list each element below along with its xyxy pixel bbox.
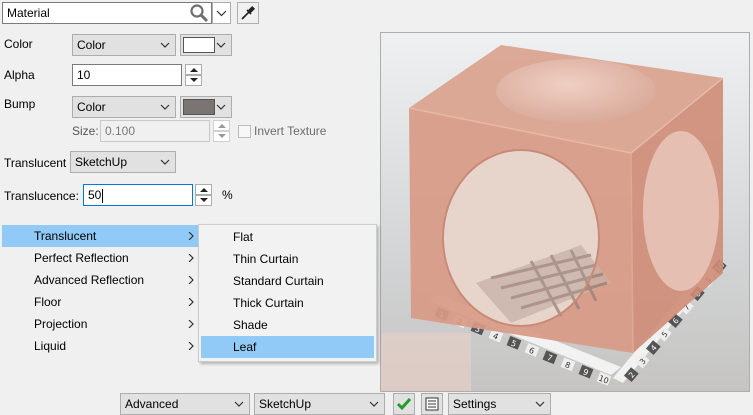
chevron-right-icon [188, 254, 194, 262]
alpha-decrement-button[interactable] [185, 75, 202, 86]
text-cursor [102, 188, 104, 203]
apply-button[interactable] [393, 393, 415, 415]
alpha-spinner[interactable] [185, 64, 202, 86]
submenu-item-leaf[interactable]: Leaf [201, 336, 374, 358]
submenu-item-thick-curtain[interactable]: Thick Curtain [201, 292, 374, 314]
material-dropdown-button[interactable] [212, 2, 231, 24]
menu-item-floor[interactable]: Floor [2, 291, 198, 313]
eyedropper-button[interactable] [237, 2, 259, 24]
translucent-value: SketchUp [75, 155, 128, 169]
size-spinner[interactable] [213, 120, 230, 142]
translucent-label: Translucent [4, 156, 67, 170]
submenu-item-standard-curtain[interactable]: Standard Curtain [201, 270, 374, 292]
chevron-down-icon [216, 42, 226, 48]
bump-swatch [183, 99, 215, 115]
chevron-right-icon [188, 232, 194, 240]
alpha-increment-button[interactable] [185, 64, 202, 75]
menu-item-perfect-reflection[interactable]: Perfect Reflection [2, 247, 198, 269]
renderer-value: SketchUp [259, 397, 312, 411]
preview-render: 12345678910 2345678910 [381, 33, 749, 391]
translucence-unit: % [222, 188, 233, 202]
checkmark-icon [396, 398, 412, 411]
translucence-spinner[interactable] [195, 184, 212, 206]
submenu-item-thin-curtain[interactable]: Thin Curtain [201, 248, 374, 270]
eyedropper-icon [241, 5, 256, 20]
chevron-down-icon [160, 159, 170, 165]
material-name-field[interactable]: Material [2, 2, 212, 24]
cube-top-opening [496, 59, 656, 123]
bump-mode-value: Color [77, 100, 106, 114]
chevron-down-icon [216, 104, 226, 110]
menu-item-translucent[interactable]: Translucent [2, 225, 198, 247]
translucent-select[interactable]: SketchUp [70, 151, 176, 173]
translucence-decrement-button[interactable] [195, 195, 212, 206]
alpha-input[interactable]: 10 [72, 64, 182, 86]
translucence-increment-button[interactable] [195, 184, 212, 195]
chevron-right-icon [188, 320, 194, 328]
chevron-down-icon [369, 401, 379, 407]
color-label: Color [4, 37, 33, 51]
translucence-label: Translucence: [4, 189, 79, 203]
document-icon [425, 397, 439, 411]
chevron-down-icon [216, 10, 227, 17]
invert-texture-label: Invert Texture [254, 124, 327, 138]
size-value: 0.100 [105, 124, 136, 138]
translucence-value: 50 [88, 188, 102, 202]
menu-item-liquid[interactable]: Liquid [2, 335, 198, 357]
invert-texture-checkbox[interactable] [238, 125, 251, 138]
alpha-value: 10 [77, 68, 91, 82]
material-preview[interactable]: 12345678910 2345678910 [380, 32, 750, 392]
size-increment-button[interactable] [213, 120, 230, 131]
menu-item-projection[interactable]: Projection [2, 313, 198, 335]
cube-right-opening [643, 131, 719, 291]
translucence-input[interactable]: 50 [83, 184, 193, 206]
chevron-down-icon [234, 401, 244, 407]
settings-value: Settings [453, 397, 497, 411]
chevron-right-icon [188, 276, 194, 284]
color-mode-select[interactable]: Color [72, 34, 176, 56]
mode-select[interactable]: Advanced [120, 393, 250, 415]
chevron-down-icon [160, 104, 170, 110]
chevron-right-icon [188, 298, 194, 306]
search-icon[interactable] [188, 3, 210, 23]
notes-button[interactable] [421, 393, 443, 415]
alpha-label: Alpha [4, 68, 35, 82]
size-label: Size: [72, 124, 99, 138]
translucent-submenu: Flat Thin Curtain Standard Curtain Thick… [198, 224, 377, 362]
chevron-down-icon [160, 42, 170, 48]
mode-value: Advanced [125, 397, 179, 411]
chevron-right-icon [188, 342, 194, 350]
settings-select[interactable]: Settings [448, 393, 551, 415]
material-name-value: Material [7, 6, 50, 20]
menu-item-advanced-reflection[interactable]: Advanced Reflection [2, 269, 198, 291]
bump-mode-select[interactable]: Color [72, 96, 176, 118]
chevron-down-icon [535, 401, 545, 407]
color-swatch [183, 37, 215, 53]
bump-swatch-picker[interactable] [180, 96, 232, 118]
submenu-item-shade[interactable]: Shade [201, 314, 374, 336]
color-mode-value: Color [77, 38, 106, 52]
color-swatch-picker[interactable] [180, 34, 232, 56]
size-input[interactable]: 0.100 [100, 120, 210, 142]
submenu-item-flat[interactable]: Flat [201, 226, 374, 248]
bump-label: Bump [4, 97, 36, 111]
renderer-select[interactable]: SketchUp [254, 393, 385, 415]
size-decrement-button[interactable] [213, 131, 230, 142]
add-layer-menu: Translucent Perfect Reflection Advanced … [0, 225, 200, 361]
